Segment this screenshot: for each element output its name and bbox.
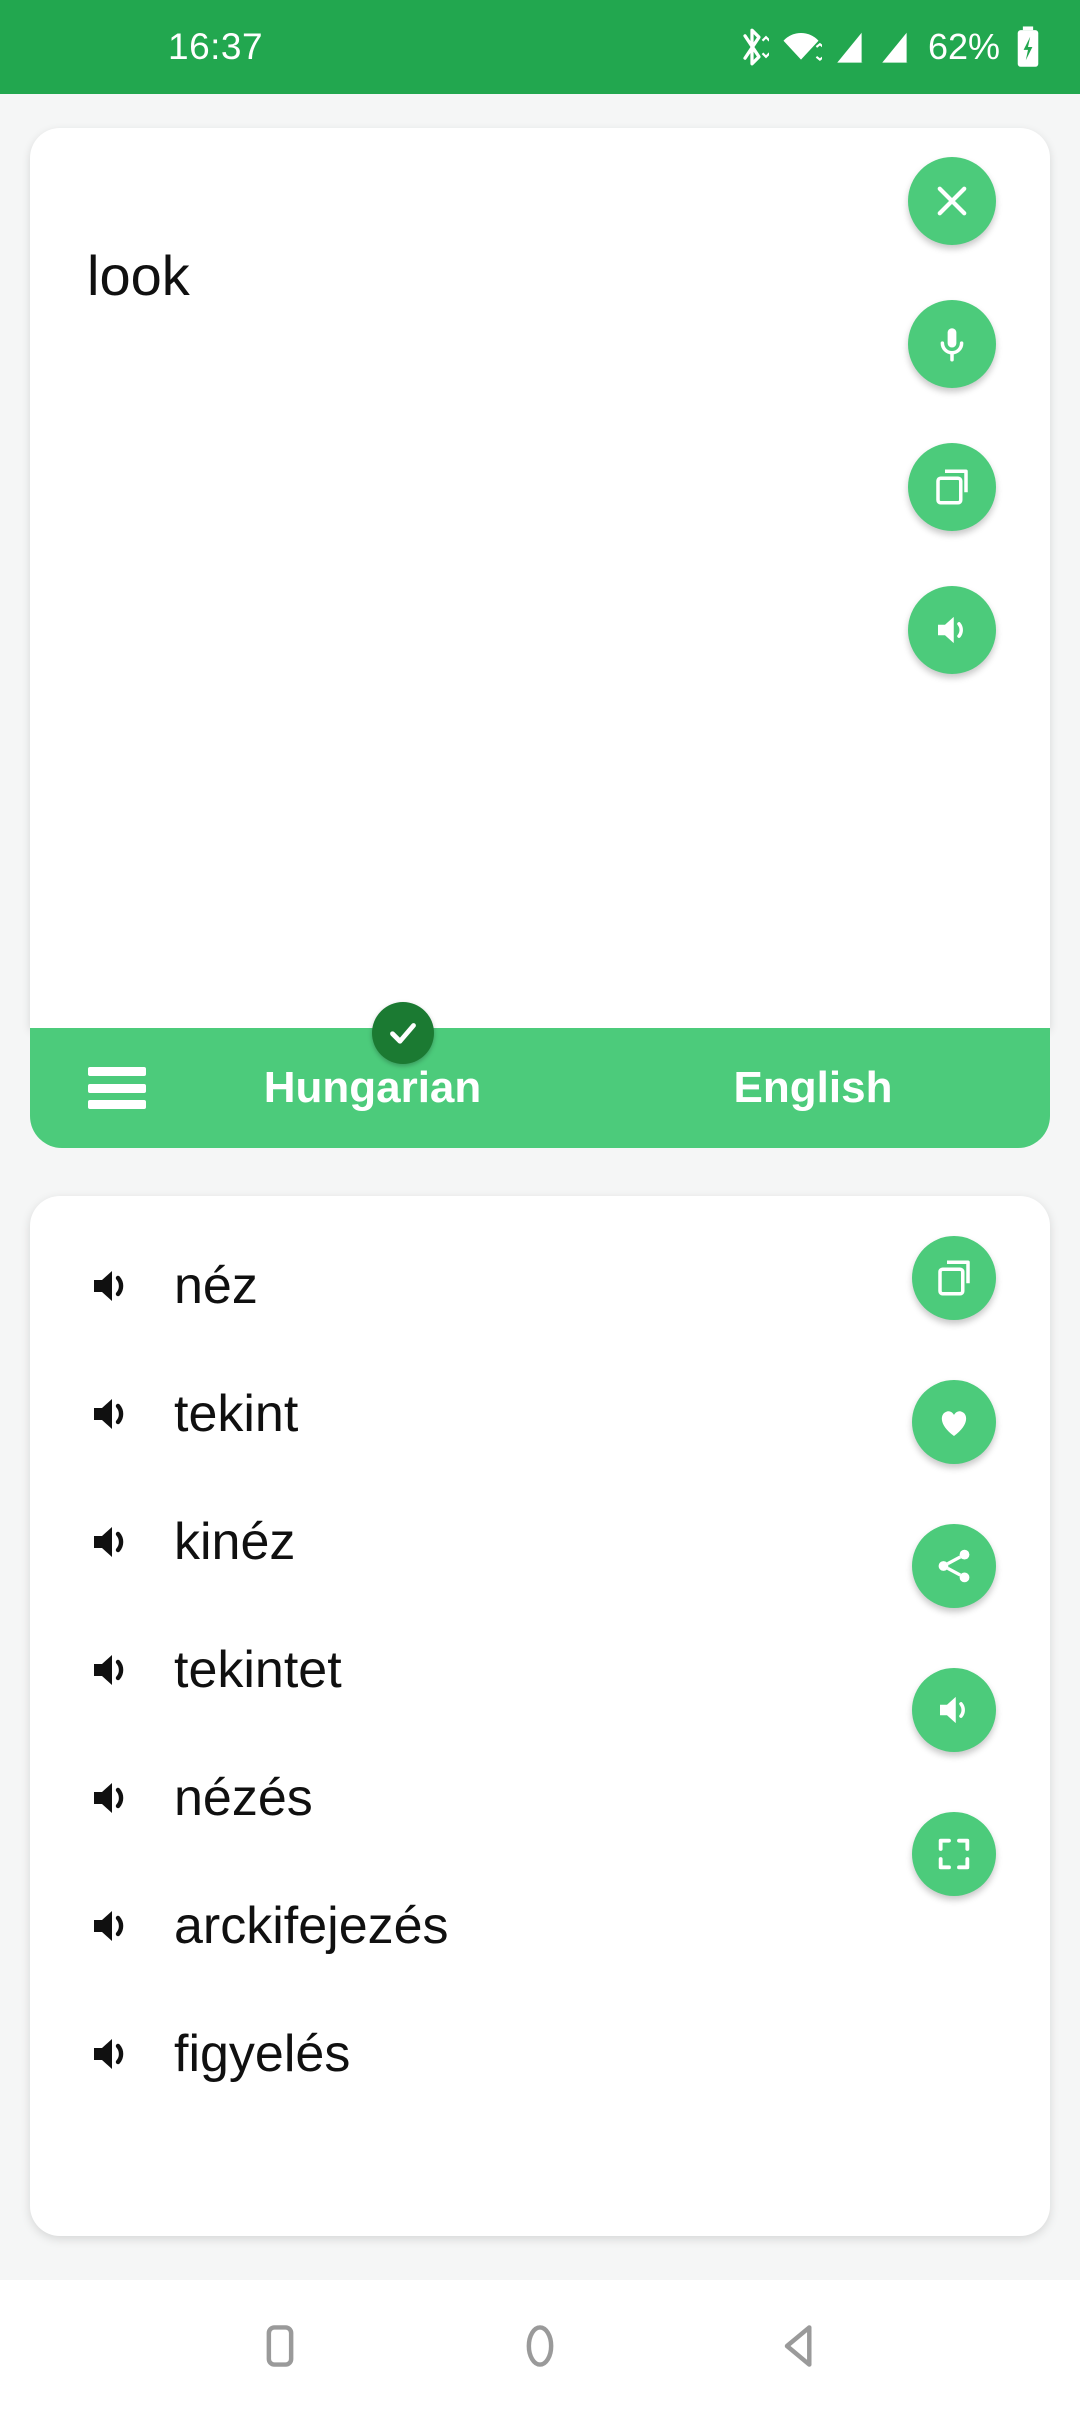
list-item[interactable]: tekint — [30, 1350, 1050, 1478]
translation-word: arckifejezés — [174, 1897, 449, 1955]
speaker-icon[interactable] — [88, 1902, 136, 1950]
translation-word: tekint — [174, 1385, 299, 1443]
translation-word: kinéz — [174, 1513, 296, 1571]
translation-word: nézés — [174, 1769, 313, 1827]
translation-word: tekintet — [174, 1641, 342, 1699]
translation-results-list: néz tekint kinéz tekintet nézés arckifej… — [30, 1222, 1050, 2118]
share-result-button[interactable] — [912, 1524, 996, 1608]
battery-percent-label: 62% — [927, 26, 1000, 67]
favorite-result-button[interactable] — [912, 1380, 996, 1464]
speaker-icon[interactable] — [88, 1774, 136, 1822]
source-text-value[interactable]: look — [87, 248, 190, 304]
share-icon — [938, 1549, 970, 1583]
status-bar-clock: 16:37 — [168, 26, 264, 67]
heart-icon — [941, 1411, 967, 1436]
list-item[interactable]: nézés — [30, 1734, 1050, 1862]
speaker-icon[interactable] — [88, 1646, 136, 1694]
speak-result-button[interactable] — [912, 1668, 996, 1752]
speaker-icon — [938, 616, 963, 644]
translation-word: figyelés — [174, 2025, 351, 2083]
bluetooth-icon — [743, 28, 769, 66]
copy-icon — [936, 469, 968, 505]
speaker-icon[interactable] — [88, 1390, 136, 1438]
copy-source-button[interactable] — [908, 443, 996, 531]
fullscreen-icon — [938, 1838, 970, 1870]
status-bar-icons: 62% — [735, 25, 1042, 69]
source-language-selector[interactable]: Hungarian — [30, 1028, 675, 1148]
source-text-card[interactable]: look — [30, 128, 1050, 1028]
back-button[interactable] — [740, 2286, 860, 2406]
list-item[interactable]: figyelés — [30, 1990, 1050, 2118]
status-bar: 16:37 62% — [0, 0, 1080, 94]
home-button[interactable] — [480, 2286, 600, 2406]
signal-icon-1 — [837, 31, 864, 63]
signal-icon-2 — [882, 31, 909, 63]
copy-icon — [938, 1260, 970, 1296]
list-item[interactable]: kinéz — [30, 1478, 1050, 1606]
list-item[interactable]: tekintet — [30, 1606, 1050, 1734]
close-icon — [937, 186, 967, 216]
results-card: néz tekint kinéz tekintet nézés arckifej… — [30, 1196, 1050, 2236]
app-screen: 16:37 62% look Hungarian English néz tek… — [0, 0, 1080, 2412]
fullscreen-button[interactable] — [912, 1812, 996, 1896]
copy-result-button[interactable] — [912, 1236, 996, 1320]
translation-word: néz — [174, 1257, 258, 1315]
triangle-icon — [784, 2325, 812, 2367]
battery-charging-icon — [1017, 26, 1039, 67]
wifi-icon — [783, 33, 822, 61]
check-icon — [390, 1023, 416, 1044]
speaker-icon[interactable] — [88, 1262, 136, 1310]
recents-button[interactable] — [220, 2286, 340, 2406]
language-bar: Hungarian English — [30, 1028, 1050, 1148]
swap-languages-button[interactable] — [372, 1002, 434, 1064]
list-item[interactable]: arckifejezés — [30, 1862, 1050, 1990]
microphone-icon — [940, 328, 964, 362]
square-icon — [266, 2325, 294, 2367]
voice-input-button[interactable] — [908, 300, 996, 388]
android-navigation-bar — [0, 2280, 1080, 2412]
clear-button[interactable] — [908, 157, 996, 245]
speaker-icon — [940, 1696, 965, 1724]
speak-source-button[interactable] — [908, 586, 996, 674]
speaker-icon[interactable] — [88, 2030, 136, 2078]
circle-icon — [526, 2325, 554, 2367]
target-language-selector[interactable]: English — [620, 1028, 1050, 1148]
list-item[interactable]: néz — [30, 1222, 1050, 1350]
speaker-icon[interactable] — [88, 1518, 136, 1566]
